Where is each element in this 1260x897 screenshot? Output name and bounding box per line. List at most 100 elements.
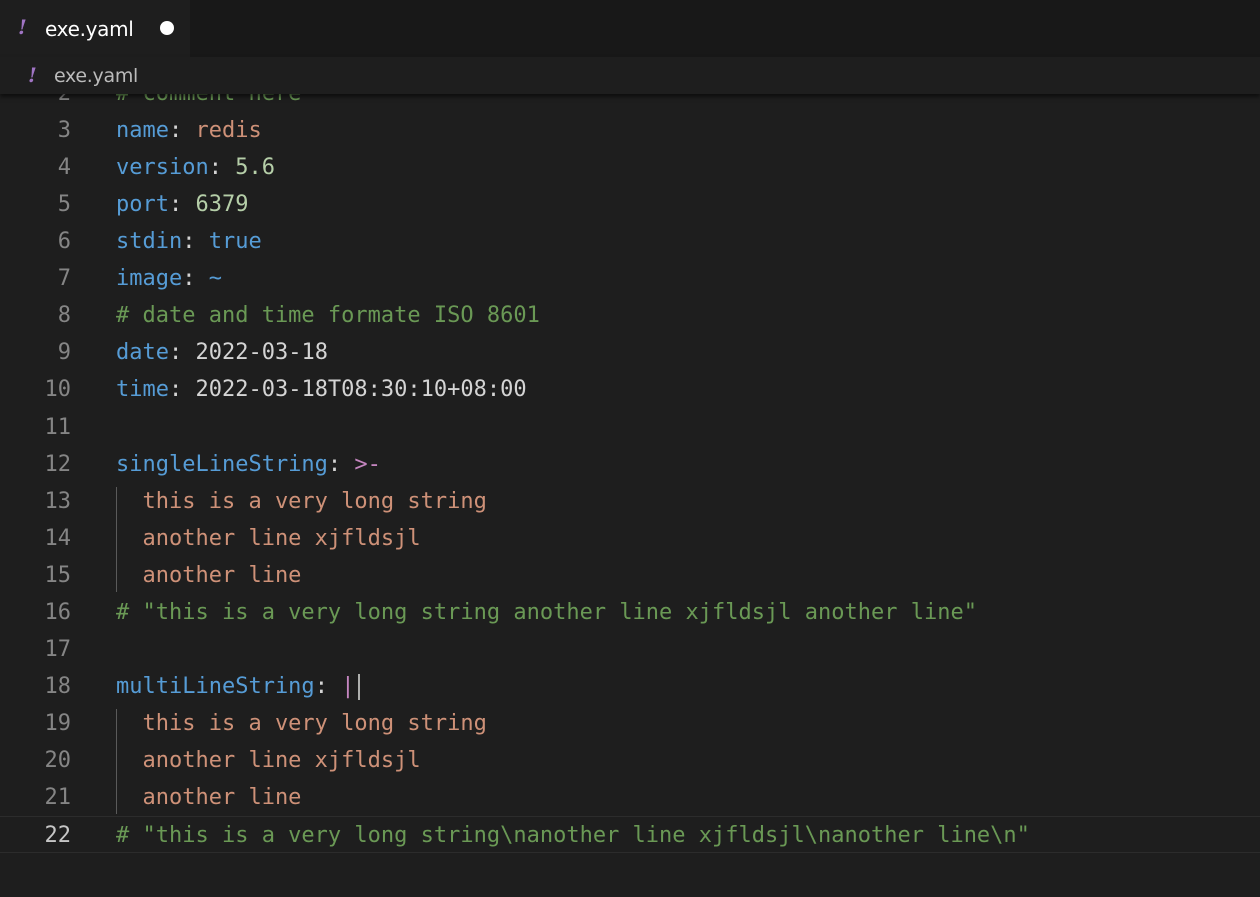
line-number: 8 <box>57 303 71 329</box>
code-token: this is a very long string <box>116 488 487 514</box>
line-number: 10 <box>44 377 72 403</box>
code-line[interactable]: 7 image: ~ <box>0 260 1260 297</box>
code-line[interactable]: 13 this is a very long string <box>0 483 1260 520</box>
line-number: 4 <box>57 155 71 181</box>
unsaved-dot-icon[interactable] <box>160 21 174 35</box>
code-line[interactable]: 15 another line <box>0 557 1260 594</box>
line-number: 11 <box>44 414 72 440</box>
code-token: another line xjfldsjl <box>116 747 421 773</box>
line-number: 6 <box>57 229 71 255</box>
code-token: >- <box>354 451 381 477</box>
indent-guide <box>116 486 117 592</box>
code-token: : <box>168 377 196 403</box>
code-token: 6379 <box>195 192 249 218</box>
code-token: version <box>116 155 209 181</box>
code-text: port: 6379 <box>116 186 248 223</box>
code-line[interactable]: 12 singleLineString: >- <box>0 446 1260 483</box>
line-number: 5 <box>57 192 71 218</box>
code-text: another line xjfldsjl <box>116 742 421 779</box>
line-number: 7 <box>57 266 71 292</box>
code-editor[interactable]: 12# comment here3name: redis4version: 5.… <box>0 57 1260 897</box>
code-token: : <box>182 266 209 292</box>
code-line[interactable]: 10 time: 2022-03-18T08:30:10+08:00 <box>0 371 1260 408</box>
code-token: : <box>327 451 355 477</box>
line-number: 14 <box>44 525 72 551</box>
line-number: 13 <box>44 488 72 514</box>
indent-guide <box>116 708 117 815</box>
code-token: another line <box>116 562 302 588</box>
code-token: image <box>116 266 183 292</box>
code-token: # "this is a very long string another li… <box>116 599 977 625</box>
tab-exe-yaml[interactable]: ! exe.yaml <box>0 0 190 57</box>
code-line[interactable]: 4 version: 5.6 <box>0 149 1260 186</box>
code-token: time <box>116 377 169 403</box>
code-line[interactable]: 17 <box>0 631 1260 668</box>
code-token: : <box>182 229 209 255</box>
code-text: # date and time formate ISO 8601 <box>116 297 540 334</box>
code-token: name <box>116 118 169 144</box>
line-number: 15 <box>44 562 72 588</box>
code-token: # date and time formate ISO 8601 <box>116 303 540 329</box>
code-text: # "this is a very long string another li… <box>116 594 977 631</box>
line-number: 22 <box>44 823 72 849</box>
code-text: # "this is a very long string\nanother l… <box>116 817 1030 854</box>
line-number: 12 <box>44 451 72 477</box>
code-line[interactable]: 14 another line xjfldsjl <box>0 520 1260 557</box>
code-line[interactable]: 6 stdin: true <box>0 223 1260 260</box>
code-token: multiLineString <box>116 673 315 699</box>
code-line[interactable]: 18 multiLineString: | <box>0 668 1260 705</box>
code-text: this is a very long string <box>116 483 487 520</box>
code-token: | <box>341 673 355 699</box>
code-line[interactable]: 9 date: 2022-03-18 <box>0 334 1260 371</box>
code-text: image: ~ <box>116 260 222 297</box>
code-token: : <box>208 155 236 181</box>
code-line[interactable]: 8 # date and time formate ISO 8601 <box>0 297 1260 334</box>
code-token: redis <box>195 118 262 144</box>
line-number: 9 <box>57 340 71 366</box>
line-number: 17 <box>44 636 72 662</box>
tab-bar: ! exe.yaml <box>0 0 1260 57</box>
code-line[interactable]: 20 another line xjfldsjl <box>0 742 1260 779</box>
code-line[interactable]: 16 # "this is a very long string another … <box>0 594 1260 631</box>
code-token: 5.6 <box>235 155 275 181</box>
code-line[interactable]: 5 port: 6379 <box>0 186 1260 223</box>
code-text: singleLineString: >- <box>116 446 381 483</box>
code-text: time: 2022-03-18T08:30:10+08:00 <box>116 371 527 408</box>
yaml-file-icon: ! <box>28 63 37 87</box>
yaml-file-icon: ! <box>18 15 27 39</box>
code-text: another line xjfldsjl <box>116 520 421 557</box>
code-token: # "this is a very long string\nanother l… <box>116 823 1030 849</box>
text-cursor <box>358 673 361 700</box>
line-number: 21 <box>44 785 72 810</box>
line-number: 18 <box>44 673 72 699</box>
code-line[interactable]: 3 name: redis <box>0 112 1260 149</box>
breadcrumb-item-file[interactable]: exe.yaml <box>54 65 138 87</box>
code-token: : <box>168 118 196 144</box>
code-token: another line xjfldsjl <box>116 525 421 551</box>
code-token: stdin <box>116 229 183 255</box>
code-token: port <box>116 192 169 218</box>
code-text: another line <box>116 779 301 816</box>
code-line[interactable]: 11 <box>0 409 1260 446</box>
code-text: multiLineString: | <box>116 668 361 705</box>
line-number: 16 <box>44 599 72 625</box>
line-number: 3 <box>57 118 71 144</box>
code-text: stdin: true <box>116 223 262 260</box>
code-token: : <box>168 340 196 366</box>
line-number: 19 <box>44 710 72 736</box>
code-line[interactable]: 21 another line <box>0 779 1260 816</box>
tab-label: exe.yaml <box>45 17 134 41</box>
breadcrumb: ! exe.yaml <box>0 57 1260 94</box>
code-line[interactable]: 22 # "this is a very long string\nanother… <box>0 816 1260 854</box>
code-token: 2022-03-18T08:30:10+08:00 <box>195 377 527 403</box>
code-token: ~ <box>208 266 222 292</box>
code-token: singleLineString <box>116 451 328 477</box>
code-token: 2022-03-18 <box>195 340 328 366</box>
code-text: date: 2022-03-18 <box>116 334 328 371</box>
code-token: another line <box>116 785 302 810</box>
code-token: date <box>116 340 169 366</box>
code-token: true <box>208 229 262 255</box>
line-number: 20 <box>44 747 72 773</box>
code-text: name: redis <box>116 112 262 149</box>
code-line[interactable]: 19 this is a very long string <box>0 705 1260 742</box>
